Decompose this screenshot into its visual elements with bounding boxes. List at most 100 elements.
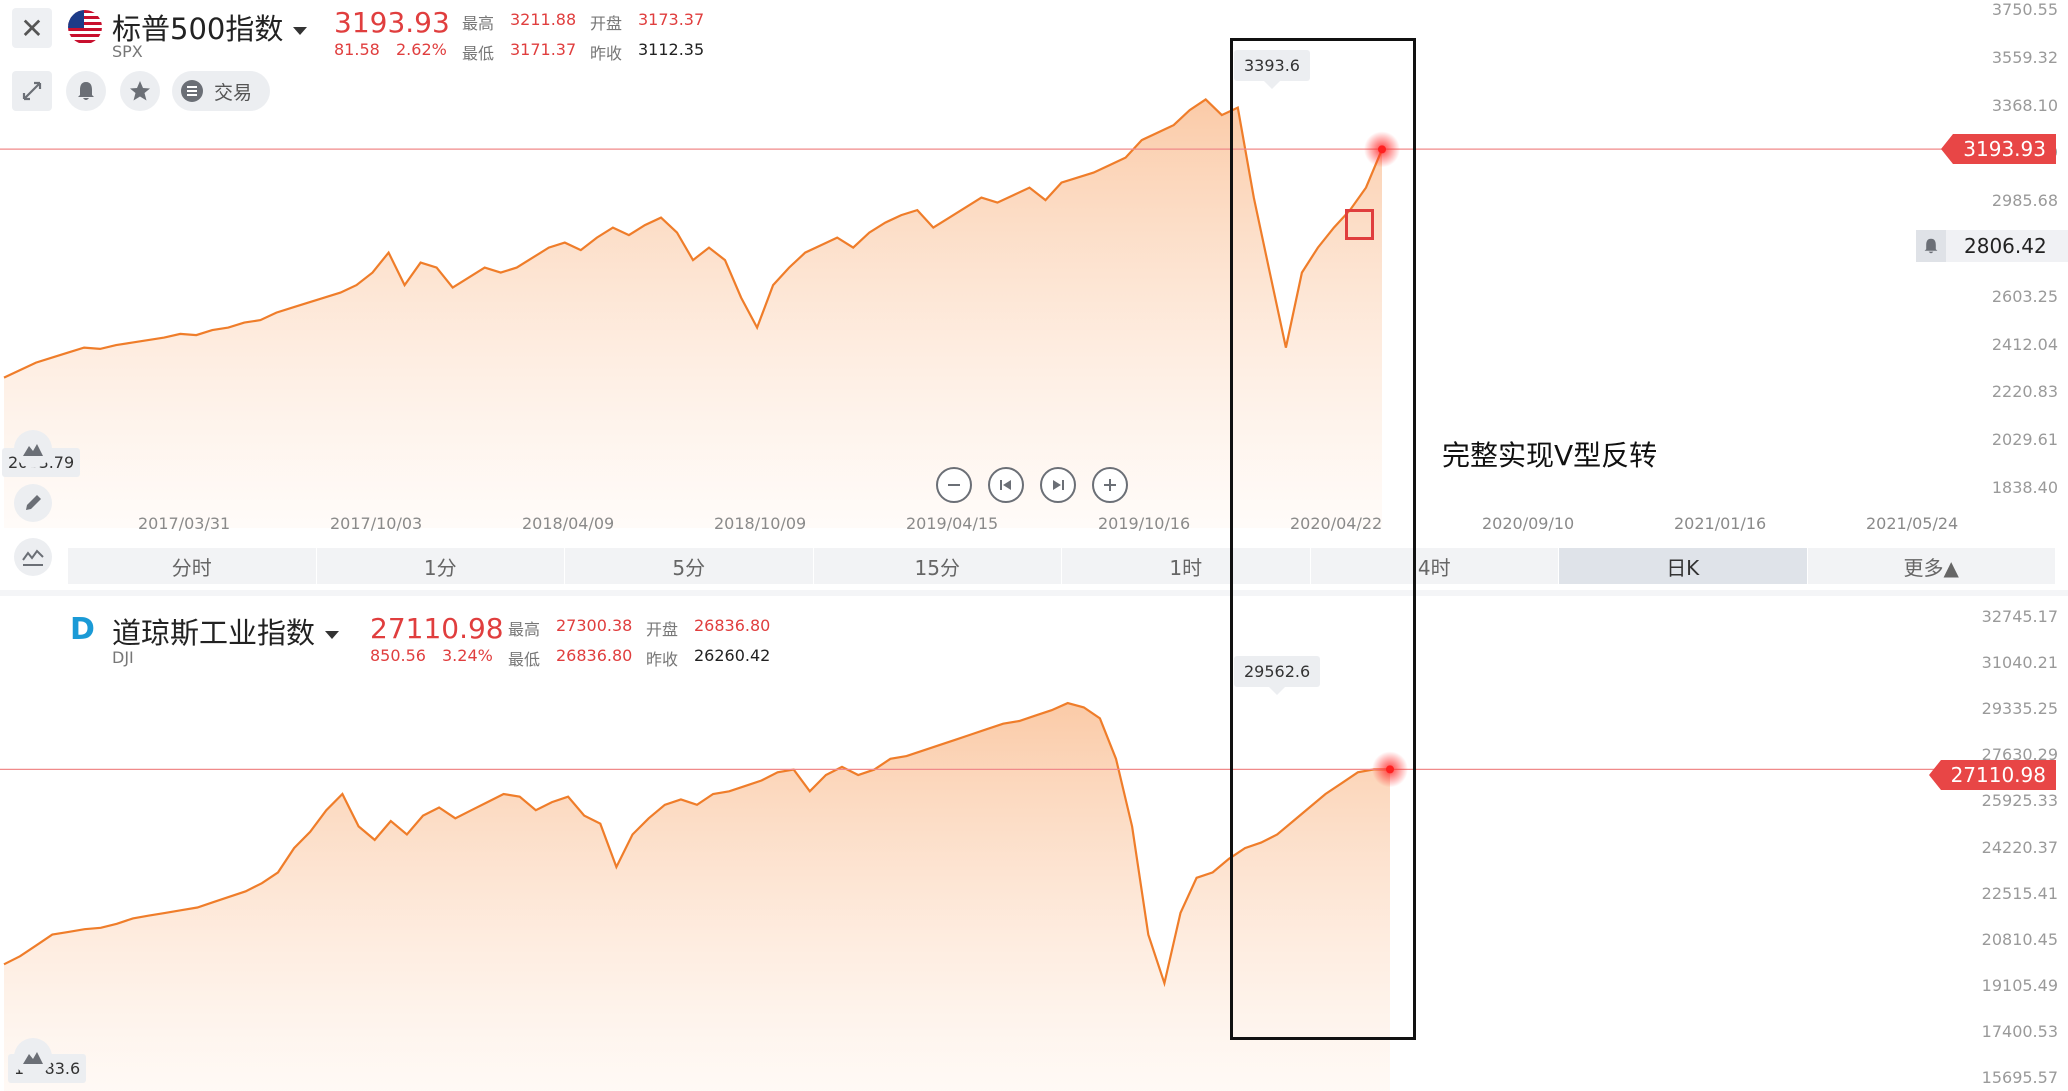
y-axis-tick: 24220.37 xyxy=(1981,837,2058,857)
bell-icon xyxy=(1916,230,1946,262)
y-axis-tick: 2603.25 xyxy=(1991,286,2058,306)
high-label: 最高 xyxy=(508,620,541,639)
index-name[interactable]: 道琼斯工业指数 xyxy=(112,610,340,652)
y-axis-tick: 2029.61 xyxy=(1991,430,2058,450)
period-tab[interactable]: 1分 xyxy=(317,548,565,584)
y-axis-tick: 17400.53 xyxy=(1981,1021,2058,1041)
skip-forward-icon xyxy=(1053,480,1064,490)
prev-close-label: 昨收 xyxy=(590,44,623,63)
zoom-in-button[interactable] xyxy=(1092,467,1128,503)
prev-close-value: 3112.35 xyxy=(638,40,705,59)
list-icon xyxy=(181,80,203,102)
zoom-out-button[interactable] xyxy=(936,467,972,503)
period-tab[interactable]: 15分 xyxy=(814,548,1062,584)
x-axis-tick: 2018/04/09 xyxy=(522,514,615,533)
index-change-pct: 2.62% xyxy=(396,40,447,59)
skip-back-button[interactable] xyxy=(988,467,1024,503)
annotation-text: 完整实现V型反转 xyxy=(1442,439,1658,472)
y-axis-tick: 20810.45 xyxy=(1981,929,2058,949)
low-value: 3171.37 xyxy=(510,40,577,59)
y-axis-tick: 2412.04 xyxy=(1991,334,2058,354)
open-label: 开盘 xyxy=(646,620,679,639)
y-axis-tick: 22515.41 xyxy=(1981,883,2058,903)
period-tab[interactable]: 日K xyxy=(1559,548,1808,584)
us-flag-icon xyxy=(68,10,102,44)
star-icon xyxy=(130,81,150,101)
dji-panel: D 道琼斯工业指数 DJI 27110.98 850.56 3.24% 最高 2… xyxy=(0,590,2068,1091)
indicator-icon xyxy=(22,549,44,566)
x-axis-tick: 2021/01/16 xyxy=(1674,514,1767,533)
x-axis-tick: 2021/05/24 xyxy=(1866,514,1959,533)
trade-button[interactable]: 交易 xyxy=(172,71,270,111)
y-axis-tick: 1838.40 xyxy=(1991,478,2058,497)
y-axis-tick: 32745.17 xyxy=(1981,607,2058,626)
period-tab[interactable]: 5分 xyxy=(565,548,814,584)
mountain-icon xyxy=(23,1052,43,1064)
mountain-tool[interactable] xyxy=(14,430,52,468)
x-axis-tick: 2019/04/15 xyxy=(906,514,999,533)
alert-button[interactable] xyxy=(66,71,106,111)
y-axis-tick: 31040.21 xyxy=(1981,653,2058,673)
high-value: 27300.38 xyxy=(556,616,633,635)
y-axis-tick: 15695.57 xyxy=(1981,1068,2058,1087)
y-axis-tick: 3559.32 xyxy=(1991,47,2058,67)
index-change: 850.56 xyxy=(370,646,426,665)
skip-forward-button[interactable] xyxy=(1040,467,1076,503)
price-area xyxy=(4,99,1382,529)
draw-tool-button[interactable] xyxy=(14,484,52,522)
expand-icon xyxy=(22,81,42,101)
dji-chart[interactable] xyxy=(0,590,2068,1091)
y-axis-tick: 25925.33 xyxy=(1981,791,2058,811)
x-axis-tick: 2017/10/03 xyxy=(330,514,423,533)
low-label: 最低 xyxy=(508,650,541,669)
low-label: 最低 xyxy=(462,44,495,63)
close-icon: ✕ xyxy=(20,11,44,45)
x-axis-tick: 2020/09/10 xyxy=(1482,514,1575,533)
expand-button[interactable] xyxy=(12,71,52,111)
index-change-pct: 3.24% xyxy=(442,646,493,665)
chevron-down-icon xyxy=(293,27,308,35)
trade-label: 交易 xyxy=(214,81,253,104)
skip-back-icon xyxy=(1000,480,1011,490)
indicator-button[interactable] xyxy=(14,538,52,576)
y-axis-tick: 2220.83 xyxy=(1991,382,2058,402)
price-area xyxy=(4,703,1390,1091)
favorite-button[interactable] xyxy=(120,71,160,111)
low-value: 26836.80 xyxy=(556,646,633,665)
plus-icon xyxy=(1104,479,1116,491)
high-value: 3211.88 xyxy=(510,10,577,29)
y-axis-tick: 3368.10 xyxy=(1991,95,2058,115)
bell-icon xyxy=(78,82,94,100)
spx-chart[interactable] xyxy=(0,0,2068,530)
minus-icon xyxy=(948,484,960,486)
period-tabs: 分时 1分 5分 15分 1时 4时 日K 更多▲ xyxy=(68,548,2056,584)
v-reversal-highlight-box xyxy=(1230,38,1416,1040)
y-axis-tick: 19105.49 xyxy=(1981,975,2058,995)
x-axis-tick: 2018/10/09 xyxy=(714,514,807,533)
mountain-icon xyxy=(23,444,43,456)
current-price-tag: 3193.93 xyxy=(1941,134,2056,164)
price-alert-tag[interactable]: 2806.42 xyxy=(1916,230,2068,262)
open-value: 3173.37 xyxy=(638,10,705,29)
marker-box xyxy=(1345,209,1374,240)
index-code: SPX xyxy=(112,42,143,61)
dji-logo-icon: D xyxy=(70,612,95,647)
index-change: 81.58 xyxy=(334,40,380,59)
alert-value: 2806.42 xyxy=(1964,234,2047,258)
index-price: 3193.93 xyxy=(334,6,450,39)
close-button[interactable]: ✕ xyxy=(12,8,52,48)
mountain-tool[interactable] xyxy=(14,1038,52,1076)
prev-close-label: 昨收 xyxy=(646,650,679,669)
index-code: DJI xyxy=(112,648,134,667)
current-price-tag: 27110.98 xyxy=(1928,760,2056,790)
period-tab[interactable]: 分时 xyxy=(68,548,317,584)
period-tab[interactable]: 更多▲ xyxy=(1808,548,2056,584)
high-label: 最高 xyxy=(462,14,495,33)
pencil-icon xyxy=(26,495,41,510)
y-axis-tick: 3750.55 xyxy=(1991,0,2058,19)
spx-panel: ✕ 标普500指数 SPX 3193.93 81.58 2.62% 最高 321… xyxy=(0,0,2068,590)
y-axis-tick: 29335.25 xyxy=(1981,699,2058,719)
open-value: 26836.80 xyxy=(694,616,771,635)
x-axis-tick: 2017/03/31 xyxy=(138,514,231,533)
chevron-down-icon xyxy=(325,631,340,639)
